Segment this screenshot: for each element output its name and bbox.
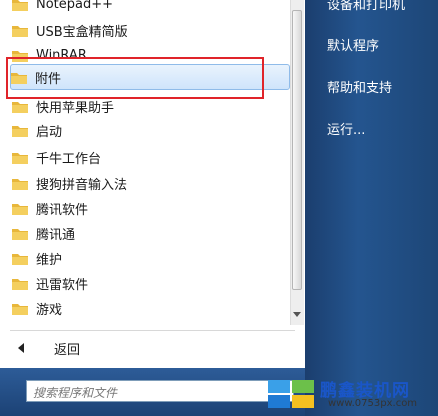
divider	[10, 330, 295, 331]
program-label: 启动	[36, 124, 63, 140]
folder-icon	[12, 178, 28, 190]
folder-icon	[12, 228, 28, 240]
program-label: Notepad++	[36, 0, 114, 12]
right-menu-pane: 设备和打印机 默认程序 帮助和支持 运行...	[305, 0, 438, 416]
menu-default-programs[interactable]: 默认程序	[327, 35, 379, 54]
back-label: 返回	[54, 342, 81, 358]
back-arrow-icon	[18, 343, 24, 353]
menu-devices-printers[interactable]: 设备和打印机	[327, 0, 405, 13]
search-input[interactable]: 搜索程序和文件	[26, 380, 294, 402]
folder-icon	[12, 253, 28, 265]
program-label: 腾讯软件	[36, 202, 89, 218]
program-label: 迅雷软件	[36, 277, 89, 293]
program-item-qianniu[interactable]: 千牛工作台	[12, 145, 288, 169]
program-label: 搜狗拼音输入法	[36, 177, 128, 193]
windows-logo-icon	[268, 380, 314, 408]
program-label: 千牛工作台	[36, 151, 102, 167]
folder-icon	[12, 303, 28, 315]
program-item-startup[interactable]: 启动	[12, 118, 288, 142]
scrollbar-thumb[interactable]	[292, 10, 302, 290]
program-label: 维护	[36, 252, 63, 268]
folder-icon	[12, 101, 28, 113]
folder-icon	[12, 0, 28, 11]
program-item-sogou[interactable]: 搜狗拼音输入法	[12, 171, 288, 195]
search-area: 搜索程序和文件	[0, 368, 305, 416]
program-item-usb[interactable]: USB宝盒精简版	[12, 18, 288, 42]
folder-icon	[12, 278, 28, 290]
highlight-annotation	[6, 57, 264, 99]
watermark: 鹏鑫装机网 www.0753px.com	[268, 372, 438, 416]
back-button[interactable]: 返回	[18, 336, 288, 360]
program-item-maintenance[interactable]: 维护	[12, 246, 288, 270]
program-item-games[interactable]: 游戏	[12, 296, 288, 320]
program-label: 游戏	[36, 302, 63, 318]
program-label: 快用苹果助手	[36, 100, 115, 116]
program-label: 腾讯通	[36, 227, 76, 243]
program-item-tencent-tong[interactable]: 腾讯通	[12, 221, 288, 245]
program-item-notepadpp[interactable]: Notepad++	[12, 0, 288, 16]
program-list-scrollbar[interactable]	[290, 0, 304, 325]
menu-help-support[interactable]: 帮助和支持	[327, 77, 392, 96]
menu-run[interactable]: 运行...	[327, 119, 365, 138]
folder-icon	[12, 203, 28, 215]
program-item-xunlei[interactable]: 迅雷软件	[12, 271, 288, 295]
program-item-tencent-software[interactable]: 腾讯软件	[12, 196, 288, 220]
program-label: USB宝盒精简版	[36, 24, 128, 40]
folder-icon	[12, 152, 28, 164]
scroll-down-icon[interactable]	[293, 312, 301, 317]
program-list: Notepad++ USB宝盒精简版 WinRAR 附件 快用苹果助手 启动 千…	[0, 0, 290, 330]
folder-icon	[12, 25, 28, 37]
folder-icon	[12, 125, 28, 137]
watermark-url: www.0753px.com	[328, 398, 418, 409]
